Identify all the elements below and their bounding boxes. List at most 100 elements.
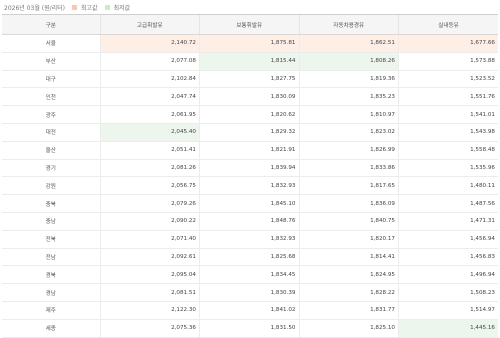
- header-regular-gasoline: 보통휘발유: [199, 14, 299, 35]
- table-row: 대구 2,102.84 1,827.75 1,819.36 1,523.52: [2, 70, 498, 89]
- region-cell: 광주: [2, 105, 100, 124]
- kerosene-price-cell: 1,677.66: [398, 34, 498, 53]
- table-row: 충북 2,079.26 1,845.10 1,836.09 1,487.56: [2, 194, 498, 213]
- region-cell: 인천: [2, 87, 100, 107]
- diesel-price-cell: 1,825.10: [298, 319, 399, 338]
- kerosene-price-cell: 1,558.48: [398, 141, 498, 160]
- region-cell: 경북: [2, 265, 100, 285]
- premium-gasoline-price-cell: 2,092.61: [99, 248, 200, 267]
- diesel-price-cell: 1,814.41: [298, 248, 399, 267]
- diesel-price-cell: 1,824.95: [298, 265, 399, 285]
- table-row: 전북 2,071.40 1,832.93 1,820.17 1,456.94: [2, 230, 498, 249]
- header-kerosene: 실내등유: [398, 14, 498, 35]
- premium-gasoline-price-cell: 2,047.74: [99, 87, 200, 107]
- premium-gasoline-price-cell: 2,090.22: [99, 212, 200, 231]
- kerosene-price-cell: 1,456.94: [398, 230, 498, 249]
- premium-gasoline-price-cell: 2,056.75: [99, 176, 200, 196]
- diesel-price-cell: 1,835.23: [298, 87, 399, 107]
- table-row: 대전 2,045.40 1,829.32 1,823.02 1,543.98: [2, 123, 498, 142]
- premium-gasoline-price-cell: 2,045.40: [99, 123, 200, 142]
- table-row: 광주 2,061.95 1,820.62 1,810.97 1,541.01: [2, 105, 498, 124]
- premium-gasoline-price-cell: 2,077.08: [99, 52, 200, 71]
- diesel-price-cell: 1,817.65: [298, 176, 399, 196]
- regular-gasoline-price-cell: 1,830.09: [199, 87, 299, 107]
- regular-gasoline-price-cell: 1,841.02: [199, 301, 299, 320]
- regular-gasoline-price-cell: 1,832.93: [199, 230, 299, 249]
- diesel-price-cell: 1,810.97: [298, 105, 399, 124]
- diesel-price-cell: 1,826.99: [298, 141, 399, 160]
- header-diesel: 자동차용경유: [298, 14, 399, 35]
- legend-low-label: 최저값: [113, 4, 131, 12]
- diesel-price-cell: 1,833.86: [298, 159, 399, 178]
- premium-gasoline-price-cell: 2,081.26: [99, 159, 200, 178]
- kerosene-price-cell: 1,456.83: [398, 248, 498, 267]
- regular-gasoline-price-cell: 1,829.32: [199, 123, 299, 142]
- table-row: 제주 2,122.30 1,841.02 1,831.77 1,514.97: [2, 301, 498, 320]
- kerosene-price-cell: 1,523.52: [398, 70, 498, 89]
- period-label: 2026년 03월 (원/리터): [4, 4, 66, 12]
- regular-gasoline-price-cell: 1,815.44: [199, 52, 299, 71]
- diesel-price-cell: 1,819.36: [298, 70, 399, 89]
- regular-gasoline-price-cell: 1,821.91: [199, 141, 299, 160]
- premium-gasoline-price-cell: 2,079.26: [99, 194, 200, 213]
- premium-gasoline-price-cell: 2,051.41: [99, 141, 200, 160]
- table-row: 울산 2,051.41 1,821.91 1,826.99 1,558.48: [2, 141, 498, 160]
- region-cell: 강원: [2, 176, 100, 196]
- kerosene-price-cell: 1,496.94: [398, 265, 498, 285]
- header-row: 구분 고급휘발유 보통휘발유 자동차용경유 실내등유: [2, 14, 498, 35]
- regular-gasoline-price-cell: 1,827.75: [199, 70, 299, 89]
- premium-gasoline-price-cell: 2,075.36: [99, 319, 200, 338]
- premium-gasoline-price-cell: 2,061.95: [99, 105, 200, 124]
- diesel-price-cell: 1,840.75: [298, 212, 399, 231]
- kerosene-price-cell: 1,508.23: [398, 283, 498, 302]
- kerosene-price-cell: 1,445.16: [398, 319, 498, 338]
- region-cell: 대구: [2, 70, 100, 89]
- regular-gasoline-price-cell: 1,839.94: [199, 159, 299, 178]
- region-cell: 충북: [2, 194, 100, 213]
- table-row: 인천 2,047.74 1,830.09 1,835.23 1,551.76: [2, 87, 498, 107]
- kerosene-price-cell: 1,480.11: [398, 176, 498, 196]
- region-cell: 대전: [2, 123, 100, 142]
- premium-gasoline-price-cell: 2,071.40: [99, 230, 200, 249]
- regular-gasoline-price-cell: 1,825.68: [199, 248, 299, 267]
- kerosene-price-cell: 1,514.97: [398, 301, 498, 320]
- table-row: 경북 2,095.04 1,834.45 1,824.95 1,496.94: [2, 265, 498, 285]
- legend-low-swatch: [104, 4, 110, 10]
- premium-gasoline-price-cell: 2,140.72: [99, 34, 200, 53]
- regular-gasoline-price-cell: 1,832.93: [199, 176, 299, 196]
- table-caption: 2026년 03월 (원/리터) 최고값 최저값: [0, 0, 500, 14]
- table-row: 경남 2,081.51 1,830.39 1,828.22 1,508.23: [2, 283, 498, 302]
- region-cell: 경기: [2, 159, 100, 178]
- region-cell: 전북: [2, 230, 100, 249]
- diesel-price-cell: 1,808.26: [298, 52, 399, 71]
- table-row: 충남 2,090.22 1,848.76 1,840.75 1,471.31: [2, 212, 498, 231]
- table-row: 경기 2,081.26 1,839.94 1,833.86 1,535.96: [2, 159, 498, 178]
- fuel-price-table: 구분 고급휘발유 보통휘발유 자동차용경유 실내등유 서울 2,140.72 1,8…: [2, 14, 498, 338]
- diesel-price-cell: 1,831.77: [298, 301, 399, 320]
- regular-gasoline-price-cell: 1,845.10: [199, 194, 299, 213]
- premium-gasoline-price-cell: 2,095.04: [99, 265, 200, 285]
- regular-gasoline-price-cell: 1,830.39: [199, 283, 299, 302]
- region-cell: 울산: [2, 141, 100, 160]
- table-row: 강원 2,056.75 1,832.93 1,817.65 1,480.11: [2, 176, 498, 196]
- region-cell: 제주: [2, 301, 100, 320]
- region-cell: 서울: [2, 34, 100, 53]
- legend-high-swatch: [72, 4, 78, 10]
- header-premium-gasoline: 고급휘발유: [99, 14, 200, 35]
- table-row: 세종 2,075.36 1,831.50 1,825.10 1,445.16: [2, 319, 498, 338]
- regular-gasoline-price-cell: 1,820.62: [199, 105, 299, 124]
- kerosene-price-cell: 1,573.88: [398, 52, 498, 71]
- header-region: 구분: [2, 14, 100, 35]
- regular-gasoline-price-cell: 1,831.50: [199, 319, 299, 338]
- table-row: 전남 2,092.61 1,825.68 1,814.41 1,456.83: [2, 248, 498, 267]
- diesel-price-cell: 1,820.17: [298, 230, 399, 249]
- table-row: 부산 2,077.08 1,815.44 1,808.26 1,573.88: [2, 52, 498, 71]
- diesel-price-cell: 1,823.02: [298, 123, 399, 142]
- regular-gasoline-price-cell: 1,875.81: [199, 34, 299, 53]
- premium-gasoline-price-cell: 2,122.30: [99, 301, 200, 320]
- region-cell: 경남: [2, 283, 100, 302]
- kerosene-price-cell: 1,551.76: [398, 87, 498, 107]
- region-cell: 세종: [2, 319, 100, 338]
- diesel-price-cell: 1,828.22: [298, 283, 399, 302]
- kerosene-price-cell: 1,535.96: [398, 159, 498, 178]
